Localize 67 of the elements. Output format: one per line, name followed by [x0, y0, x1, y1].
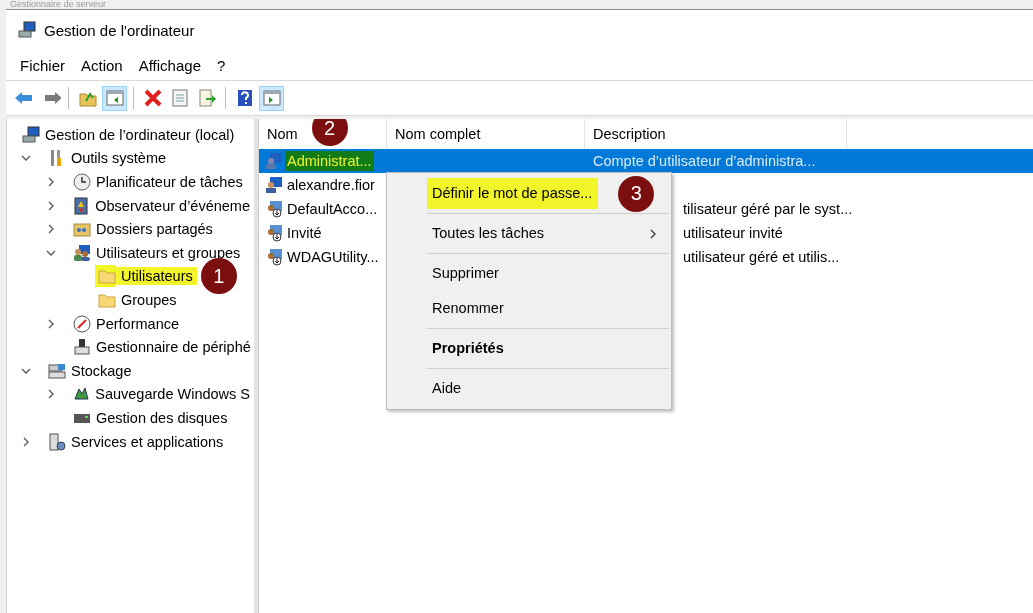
column-header[interactable]: Nom [267, 126, 298, 142]
tree-item[interactable]: Gestion des disques [91, 408, 232, 427]
services-icon [48, 432, 66, 451]
context-menu-item[interactable]: Définir le mot de passe... [427, 178, 599, 209]
chevron-right-icon[interactable] [46, 389, 56, 400]
menu-item[interactable]: ? [209, 56, 234, 74]
chevron-right-icon[interactable] [46, 177, 56, 187]
computer-icon [22, 125, 40, 144]
chevron-right-icon[interactable] [46, 224, 56, 235]
chevron-right-icon[interactable] [21, 436, 31, 447]
disabled-user-icon [265, 200, 283, 218]
clock-icon [73, 173, 91, 191]
tree-item[interactable]: Dossiers partagés [91, 220, 217, 239]
chevron-right-icon[interactable] [46, 200, 56, 211]
step-number-badge: 3 [618, 175, 655, 212]
user-description: tilisateur géré par le syst... [683, 201, 853, 217]
gauge-icon [73, 314, 91, 333]
tree-item[interactable]: Utilisateurs [116, 267, 197, 286]
user-description: utilisateur invité [683, 225, 783, 241]
menu-item[interactable]: Affichage [130, 56, 209, 74]
user-icon [265, 176, 283, 194]
tree-item[interactable]: Gestionnaire de périphé [91, 338, 254, 357]
step-number-badge: 2 [311, 119, 348, 146]
device-icon [73, 338, 91, 357]
action-pane-icon [262, 89, 281, 107]
storage-icon [48, 361, 66, 380]
context-menu-item[interactable]: Renommer [427, 293, 510, 324]
user-name[interactable]: Invité [285, 223, 324, 243]
tree-item[interactable]: Services et applications [66, 432, 228, 451]
user-description: utilisateur géré et utilis... [683, 249, 840, 265]
tree-item[interactable]: Planificateur de tâches [91, 173, 247, 191]
user-name[interactable]: Administrat... [285, 151, 374, 171]
menu-item[interactable]: Action [73, 56, 131, 74]
menu-item[interactable]: Fichier [12, 56, 73, 74]
context-menu-item[interactable]: Supprimer [427, 258, 505, 289]
user-name[interactable]: DefaultAcco... [285, 199, 380, 219]
computer-icon [18, 21, 36, 39]
chevron-right-icon[interactable] [46, 318, 56, 329]
user-icon [265, 152, 283, 170]
export-icon [197, 89, 216, 107]
user-description: Compte d’utilisateur d’administra... [593, 153, 816, 169]
tree-item[interactable]: Performance [91, 314, 183, 333]
user-name[interactable]: alexandre.fior [285, 175, 377, 195]
step-number-badge: 1 [200, 258, 237, 295]
tree-pane-icon [105, 89, 124, 107]
context-menu-item[interactable]: Propriétés [427, 333, 510, 364]
properties-icon [170, 89, 189, 107]
shared-folder-icon [73, 220, 91, 239]
users-icon [73, 243, 91, 262]
context-menu-item[interactable]: Toutes les tâches [427, 218, 551, 249]
disabled-user-icon [265, 224, 283, 242]
tree-item[interactable]: Observateur d’événeme [90, 196, 254, 215]
tree-item[interactable]: Groupes [116, 290, 181, 309]
window-title: Gestion de l'ordinateur [44, 21, 195, 39]
column-header[interactable]: Description [593, 126, 666, 142]
background-window-title: Gestionnaire de serveur [9, 0, 108, 9]
tree-item[interactable]: Outils système [66, 149, 171, 168]
log-book-icon [72, 196, 91, 215]
delete-icon [143, 89, 162, 107]
column-header[interactable]: Nom complet [395, 126, 481, 142]
tree-item[interactable]: Stockage [66, 361, 136, 380]
user-name[interactable]: WDAGUtility... [285, 247, 381, 267]
help-icon [235, 89, 254, 107]
tree-item[interactable]: Gestion de l’ordinateur (local) [40, 125, 239, 144]
disabled-user-icon [265, 248, 283, 266]
context-menu-item[interactable]: Aide [427, 373, 468, 404]
tree-item[interactable]: Sauvegarde Windows S [90, 385, 254, 404]
